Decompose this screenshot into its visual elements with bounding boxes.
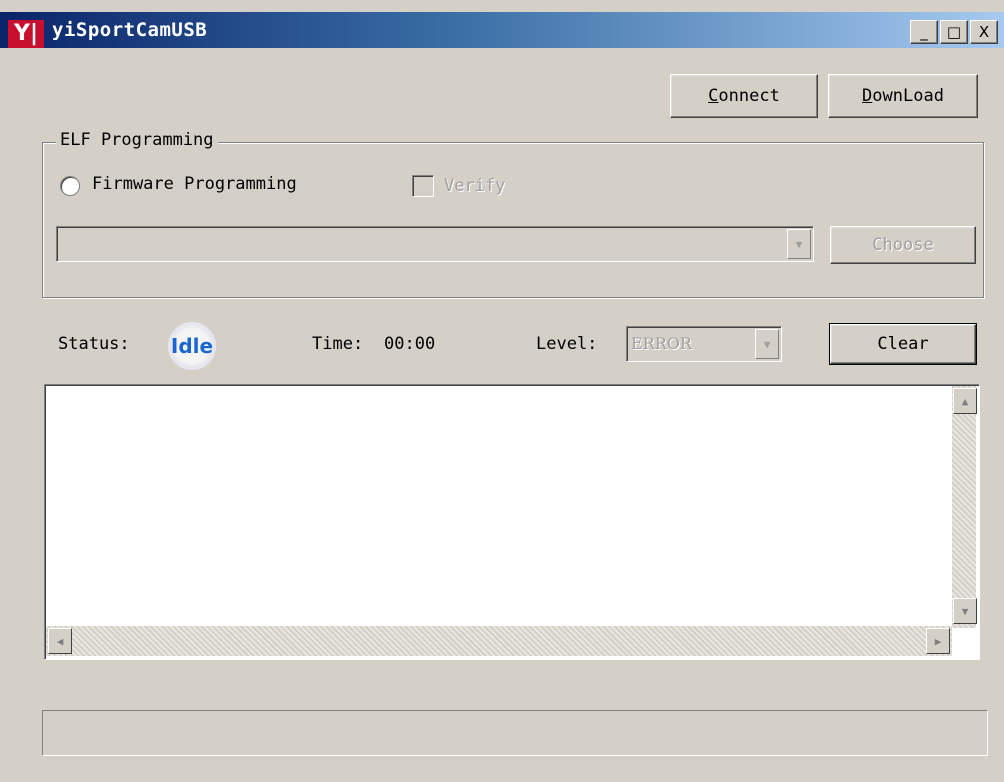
download-button[interactable]: DownLoad (828, 74, 978, 118)
level-label: Level: (536, 334, 598, 354)
connect-button[interactable]: Connect (670, 74, 818, 118)
status-label: Status: (58, 334, 130, 354)
firmware-file-combo[interactable]: ▼ (56, 226, 814, 262)
download-label: ownLoad (872, 86, 944, 106)
level-value: ERROR (631, 334, 692, 353)
choose-button[interactable]: Choose (830, 226, 976, 264)
chevron-down-icon[interactable]: ▼ (787, 229, 811, 259)
maximize-button[interactable]: □ (940, 20, 968, 44)
download-accel: D (862, 86, 873, 106)
firmware-programming-radio[interactable] (60, 176, 80, 196)
elf-programming-group (42, 142, 984, 298)
vertical-scrollbar[interactable] (952, 386, 976, 628)
close-button[interactable]: X (970, 20, 998, 44)
time-label: Time: (312, 334, 364, 354)
title-bar[interactable]: Y| yiSportCamUSB _ □ X (0, 12, 1004, 48)
minimize-button[interactable]: _ (910, 20, 938, 44)
scroll-down-icon[interactable]: ▼ (953, 598, 977, 624)
elf-programming-title: ELF Programming (56, 130, 218, 150)
window-title: yiSportCamUSB (52, 19, 208, 41)
scroll-right-icon[interactable]: ▶ (926, 628, 950, 654)
verify-label: Verify (444, 176, 506, 196)
connect-label: onnect (718, 86, 780, 106)
horizontal-scrollbar[interactable] (46, 626, 952, 656)
chevron-down-icon[interactable]: ▼ (755, 329, 779, 359)
connect-accel: C (708, 86, 719, 106)
scroll-up-icon[interactable]: ▲ (953, 388, 977, 414)
log-textarea[interactable] (44, 384, 980, 660)
app-window: Y| yiSportCamUSB _ □ X Connect DownLoad … (0, 0, 1004, 782)
time-value: 00:00 (384, 334, 436, 354)
clear-button[interactable]: Clear (829, 323, 977, 365)
app-logo-icon: Y| (8, 20, 44, 48)
status-bar (42, 710, 988, 756)
scroll-left-icon[interactable]: ◀ (48, 628, 72, 654)
level-combo[interactable]: ERROR ▼ (626, 326, 782, 362)
firmware-programming-label[interactable]: Firmware Programming (92, 174, 297, 194)
status-badge: Idle (168, 322, 216, 370)
verify-checkbox[interactable] (412, 175, 434, 197)
